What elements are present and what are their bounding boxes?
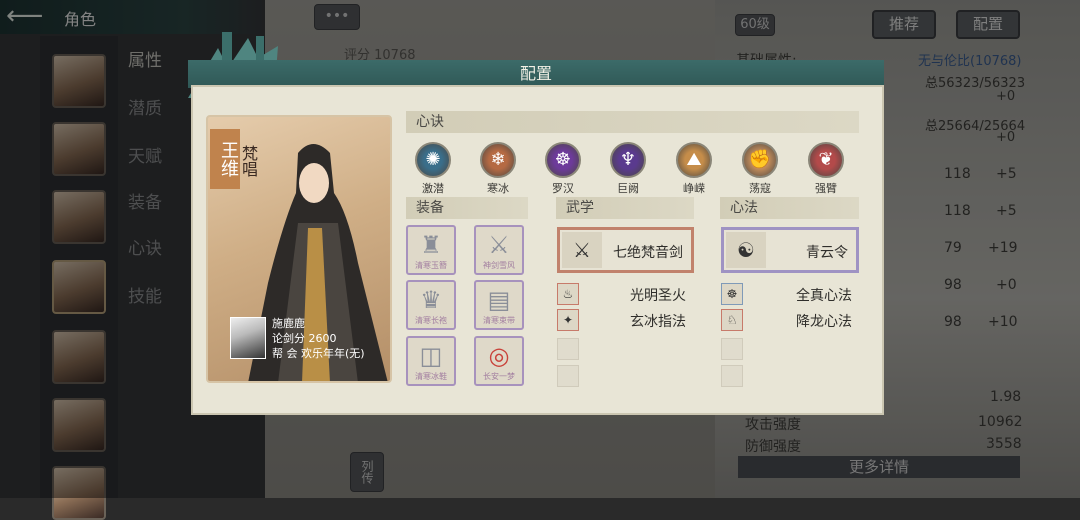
monk-icon: ☸ [545, 142, 581, 178]
equip-name: 神剑雪风 [483, 261, 515, 270]
section-martial-header: 武学 [556, 197, 694, 219]
section-xinjue-header: 心诀 [406, 111, 859, 133]
guild-name: 帮 会 欢乐年年(无) [272, 347, 365, 360]
equip-name: 清寒冰鞋 [415, 372, 447, 381]
martial-main-name: 七绝梵音剑 [613, 245, 683, 261]
equip-slot-ring[interactable]: ◎ 长安一梦 [474, 336, 524, 386]
boots-icon: ◫ [419, 342, 443, 370]
xinjue-slot[interactable]: ♆ 巨阙 [608, 142, 648, 196]
equip-name: 清寒长袍 [415, 316, 447, 325]
dialog-title: 配置 [188, 60, 884, 88]
xinjue-slot[interactable]: ⛰ 峥嵘 [674, 142, 714, 196]
player-avatar [230, 317, 266, 359]
martial-sub-name: 光明圣火 [630, 288, 686, 304]
belt-icon: ▤ [487, 286, 511, 314]
xinjue-label: 荡寇 [749, 182, 771, 195]
xinjue-label: 巨阙 [617, 182, 639, 195]
mind-sub-name: 降龙心法 [796, 314, 852, 330]
character-name: 王维 [210, 129, 240, 189]
sword-gate-icon: ♆ [610, 142, 646, 178]
equip-slot-boots[interactable]: ◫ 清寒冰鞋 [406, 336, 456, 386]
quanzhen-icon[interactable]: ☸ [721, 283, 743, 305]
character-card: 王维 梵唱 施鹿鹿 论剑分 2600 帮 会 欢乐年年(无) [206, 115, 392, 383]
pvp-score: 论剑分 2600 [272, 332, 337, 345]
mind-main-name: 青云令 [806, 245, 848, 261]
hat-icon: ♜ [420, 231, 442, 259]
equip-name: 清寒玉簪 [415, 261, 447, 270]
empty-slot[interactable] [721, 338, 743, 360]
equip-slot-weapon[interactable]: ⚔ 神剑雪风 [474, 225, 524, 275]
xinjue-slot[interactable]: ☸ 罗汉 [543, 142, 583, 196]
equip-slot-belt[interactable]: ▤ 清寒束带 [474, 280, 524, 330]
xinjue-label: 罗汉 [552, 182, 574, 195]
xinjue-label: 寒冰 [487, 182, 509, 195]
xinjue-label: 强臂 [815, 182, 837, 195]
xinjue-slot[interactable]: ✊ 荡寇 [740, 142, 780, 196]
xinjue-slot[interactable]: ❄ 寒冰 [478, 142, 518, 196]
swordsman-icon: ⚔ [562, 232, 602, 268]
equip-name: 长安一梦 [483, 372, 515, 381]
mind-sub-name: 全真心法 [796, 288, 852, 304]
empty-slot[interactable] [557, 365, 579, 387]
character-school: 梵唱 [239, 145, 258, 177]
sword-icon: ⚔ [488, 231, 510, 259]
equip-slot-robe[interactable]: ♛ 清寒长袍 [406, 280, 456, 330]
mind-main-slot[interactable]: ☯ 青云令 [721, 227, 859, 273]
meditation-icon: ☯ [726, 232, 766, 268]
equip-slot-head[interactable]: ♜ 清寒玉簪 [406, 225, 456, 275]
equip-name: 清寒束带 [483, 316, 515, 325]
empty-slot[interactable] [721, 365, 743, 387]
xinjue-slot[interactable]: ❦ 强臂 [806, 142, 846, 196]
section-equipment-header: 装备 [406, 197, 528, 219]
martial-main-slot[interactable]: ⚔ 七绝梵音剑 [557, 227, 694, 273]
snowflake-icon: ❄ [480, 142, 516, 178]
ring-icon: ◎ [488, 342, 510, 370]
player-name: 施鹿鹿 [272, 317, 305, 330]
martial-sub-name: 玄冰指法 [630, 314, 686, 330]
section-mind-header: 心法 [720, 197, 859, 219]
dragon-icon[interactable]: ♘ [721, 309, 743, 331]
fire-skill-icon[interactable]: ♨ [557, 283, 579, 305]
xinjue-slot[interactable]: ✺ 激潜 [413, 142, 453, 196]
arm-icon: ❦ [808, 142, 844, 178]
empty-slot[interactable] [557, 338, 579, 360]
xinjue-label: 激潜 [422, 182, 444, 195]
mountain-icon: ⛰ [676, 142, 712, 178]
fist-icon: ✊ [742, 142, 778, 178]
swirl-icon: ✺ [415, 142, 451, 178]
ice-finger-icon[interactable]: ✦ [557, 309, 579, 331]
xinjue-label: 峥嵘 [683, 182, 705, 195]
robe-icon: ♛ [420, 286, 442, 314]
